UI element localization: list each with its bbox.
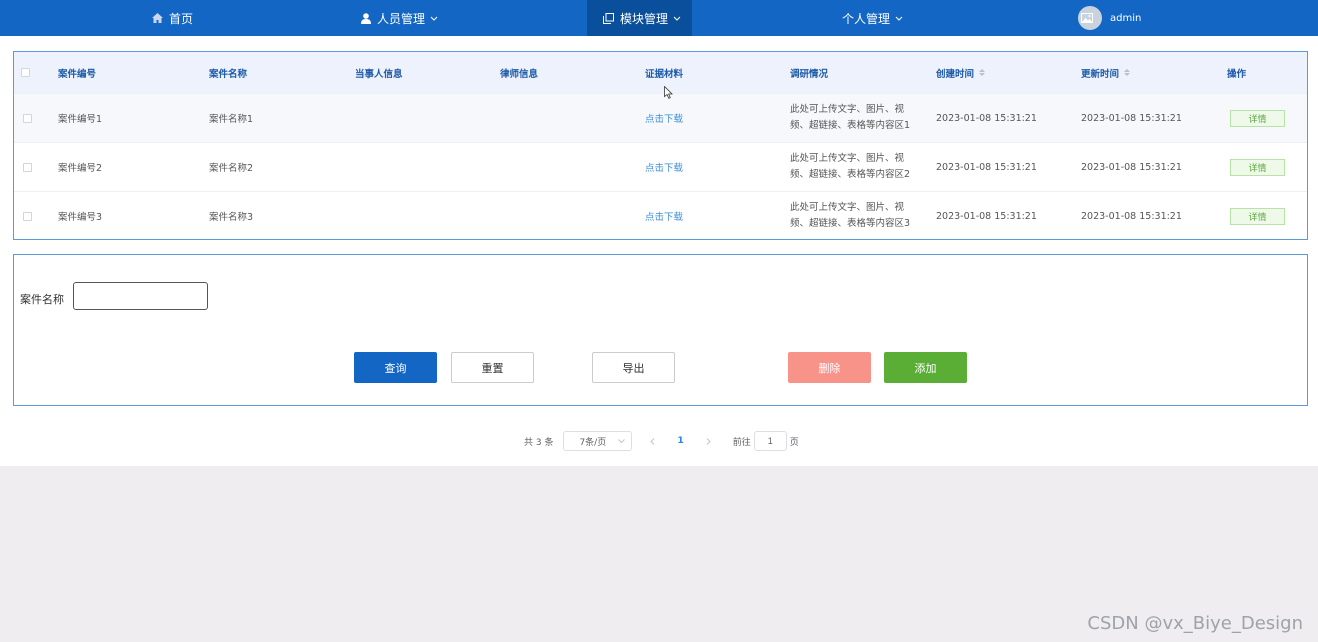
col-updated-label: 更新时间 [1081, 68, 1120, 80]
nav-personnel-label: 人员管理 [377, 11, 426, 26]
cell-updated: 2023-01-08 15:31:21 [1081, 210, 1182, 222]
goto-suffix: 页 [789, 437, 799, 448]
research-line: 频、超链接、表格等内容区3 [790, 218, 911, 229]
pagination-total: 共 3 条 [524, 437, 554, 448]
col-case-name: 案件名称 [209, 68, 248, 80]
cell-action: 详情 [1230, 94, 1285, 142]
detail-button[interactable]: 详情 [1230, 207, 1285, 225]
home-icon [152, 13, 163, 23]
table-row: 案件编号3 案件名称3 点击下载 此处可上传文字、图片、视 频、超链接、表格等内… [14, 191, 1307, 240]
nav-modules[interactable]: 模块管理 [587, 0, 692, 36]
cell-case-no: 案件编号2 [58, 163, 103, 174]
col-case-no: 案件编号 [58, 68, 97, 80]
table-row: 案件编号2 案件名称2 点击下载 此处可上传文字、图片、视 频、超链接、表格等内… [14, 142, 1307, 191]
page-size-value: 7条/页 [579, 437, 607, 448]
sort-icon[interactable] [979, 69, 986, 76]
top-nav: 首页 人员管理 模块管理 个人管理 admin [0, 0, 1318, 36]
cell-updated: 2023-01-08 15:31:21 [1081, 112, 1182, 124]
cell-created: 2023-01-08 15:31:21 [936, 112, 1037, 124]
export-button[interactable]: 导出 [592, 352, 675, 383]
download-link[interactable]: 点击下载 [645, 143, 683, 191]
add-button[interactable]: 添加 [884, 352, 967, 383]
detail-button[interactable]: 详情 [1230, 109, 1285, 127]
cell-created: 2023-01-08 15:31:21 [936, 161, 1037, 173]
research-line: 频、超链接、表格等内容区1 [790, 120, 911, 131]
nav-home[interactable]: 首页 [152, 0, 193, 36]
chevron-right-icon[interactable] [706, 437, 711, 445]
nav-modules-label: 模块管理 [620, 11, 669, 26]
col-created[interactable]: 创建时间 [936, 52, 986, 93]
chevron-down-icon [618, 439, 626, 443]
query-button[interactable]: 查询 [354, 352, 437, 383]
research-line: 此处可上传文字、图片、视 [790, 153, 905, 164]
chevron-down-icon [430, 16, 438, 21]
username: admin [1110, 12, 1142, 24]
search-panel: 案件名称 查询 重置 导出 删除 添加 [13, 254, 1308, 406]
cell-action: 详情 [1230, 192, 1285, 240]
main-panel: 案件编号 案件名称 当事人信息 律师信息 证据材料 调研情况 创建时间 更新时间… [0, 36, 1318, 466]
user-menu[interactable]: admin [1078, 0, 1141, 36]
cell-case-no: 案件编号1 [58, 114, 103, 125]
col-research: 调研情况 [790, 68, 829, 80]
page-size-select[interactable]: 7条/页 [563, 431, 633, 451]
copy-icon [603, 12, 614, 24]
cell-research: 此处可上传文字、图片、视 频、超链接、表格等内容区3 [790, 192, 920, 240]
nav-personnel[interactable]: 人员管理 [361, 0, 438, 36]
search-label: 案件名称 [20, 293, 64, 306]
cell-research: 此处可上传文字、图片、视 频、超链接、表格等内容区2 [790, 143, 920, 191]
current-page[interactable]: 1 [677, 436, 683, 446]
col-updated[interactable]: 更新时间 [1081, 52, 1131, 93]
col-party-info: 当事人信息 [355, 68, 403, 80]
download-link[interactable]: 点击下载 [645, 192, 683, 240]
watermark: CSDN @vx_Biye_Design [1087, 613, 1303, 634]
cell-case-name: 案件名称3 [209, 212, 254, 223]
goto-page-input[interactable] [753, 431, 787, 451]
reset-button[interactable]: 重置 [451, 352, 534, 383]
select-all-checkbox[interactable] [21, 52, 30, 93]
download-link[interactable]: 点击下载 [645, 94, 683, 142]
col-created-label: 创建时间 [936, 68, 975, 80]
research-line: 此处可上传文字、图片、视 [790, 104, 905, 115]
col-action: 操作 [1227, 68, 1247, 80]
research-line: 此处可上传文字、图片、视 [790, 202, 905, 213]
delete-button[interactable]: 删除 [788, 352, 871, 383]
case-name-input[interactable] [73, 282, 208, 310]
mouse-cursor-icon [664, 86, 673, 99]
nav-personal-label: 个人管理 [842, 11, 891, 26]
cell-research: 此处可上传文字、图片、视 频、超链接、表格等内容区1 [790, 94, 920, 142]
table-header: 案件编号 案件名称 当事人信息 律师信息 证据材料 调研情况 创建时间 更新时间… [14, 52, 1307, 93]
chevron-down-icon [895, 16, 903, 21]
avatar [1078, 6, 1102, 30]
col-lawyer-info: 律师信息 [500, 68, 539, 80]
detail-button[interactable]: 详情 [1230, 158, 1285, 176]
cell-case-name: 案件名称2 [209, 163, 254, 174]
sort-icon[interactable] [1124, 69, 1131, 76]
research-line: 频、超链接、表格等内容区2 [790, 169, 911, 180]
goto-prefix: 前往 [732, 437, 751, 448]
row-checkbox[interactable] [23, 94, 32, 142]
row-checkbox[interactable] [23, 192, 32, 240]
image-icon [1081, 13, 1093, 23]
row-checkbox[interactable] [23, 143, 32, 191]
cell-updated: 2023-01-08 15:31:21 [1081, 161, 1182, 173]
cell-action: 详情 [1230, 143, 1285, 191]
user-icon [361, 12, 371, 24]
case-table: 案件编号 案件名称 当事人信息 律师信息 证据材料 调研情况 创建时间 更新时间… [13, 51, 1308, 240]
chevron-left-icon[interactable] [650, 437, 655, 445]
cell-case-no: 案件编号3 [58, 212, 103, 223]
nav-personal[interactable]: 个人管理 [842, 0, 903, 36]
nav-home-label: 首页 [169, 11, 194, 26]
table-row: 案件编号1 案件名称1 点击下载 此处可上传文字、图片、视 频、超链接、表格等内… [14, 93, 1307, 142]
cell-created: 2023-01-08 15:31:21 [936, 210, 1037, 222]
chevron-down-icon [673, 16, 681, 21]
cell-case-name: 案件名称1 [209, 114, 254, 125]
pagination: 共 3 条 7条/页 1 前往 页 [524, 431, 799, 451]
